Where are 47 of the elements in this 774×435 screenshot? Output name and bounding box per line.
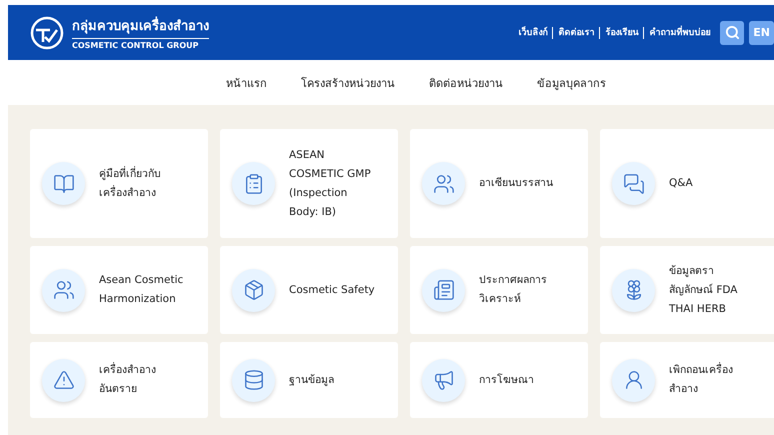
nav-link[interactable]: หน้าแรก — [226, 74, 267, 92]
header-link[interactable]: ติดต่อเรา — [552, 26, 600, 38]
nav-link[interactable]: ติดต่อหน่วยงาน — [429, 74, 503, 92]
card-label: อาเซียนบรรสาน — [479, 176, 553, 191]
menu-card[interactable]: Asean Cosmetic Harmonization — [30, 246, 208, 334]
site-subtitle: COSMETIC CONTROL GROUP — [72, 40, 200, 50]
card-label: เพิกถอนเครื่อง สำอาง — [669, 361, 733, 397]
card-label: คู่มือที่เกี่ยวกับ เครื่องสำอาง — [99, 165, 161, 200]
card-label: Cosmetic Safety — [289, 282, 375, 298]
warning-icon — [42, 358, 85, 402]
menu-card[interactable]: ASEAN COSMETIC GMP (Inspection Body: IB) — [220, 129, 398, 238]
menu-card[interactable]: Cosmetic Safety — [220, 246, 398, 334]
menu-card[interactable]: คู่มือที่เกี่ยวกับ เครื่องสำอาง — [30, 129, 208, 238]
people-icon — [422, 162, 465, 205]
header-link[interactable]: คำถามที่พบบ่อย — [643, 26, 716, 38]
search-button[interactable] — [720, 20, 744, 44]
header-link[interactable]: ร้องเรียน — [599, 26, 644, 38]
menu-card[interactable]: เพิกถอนเครื่อง สำอาง — [600, 342, 774, 418]
people-icon — [42, 268, 85, 312]
card-label: Q&A — [669, 176, 693, 191]
chat-icon — [612, 162, 655, 205]
card-label: ข้อมูลตรา สัญลักษณ์ FDA THAI HERB — [669, 264, 738, 316]
card-label: Asean Cosmetic Harmonization — [99, 273, 184, 307]
search-icon — [724, 25, 740, 40]
header-link[interactable]: เว็บลิงก์ — [513, 26, 552, 38]
card-label: ASEAN COSMETIC GMP (Inspection Body: IB) — [289, 148, 371, 220]
menu-card[interactable]: ข้อมูลตรา สัญลักษณ์ FDA THAI HERB — [600, 246, 774, 334]
menu-card[interactable]: การโฆษณา — [410, 342, 588, 418]
book-icon — [42, 162, 85, 205]
menu-card[interactable]: ฐานข้อมูล — [220, 342, 398, 418]
megaphone-icon — [422, 358, 465, 402]
card-label: เครื่องสำอาง อันตราย — [99, 361, 156, 397]
nav-link[interactable]: ข้อมูลบุคลากร — [537, 74, 606, 92]
database-icon — [232, 358, 275, 402]
card-label: ประกาศผลการ วิเคราะห์ — [479, 273, 547, 307]
flower-icon — [612, 268, 655, 312]
menu-card[interactable]: Q&A — [600, 129, 774, 238]
menu-card[interactable]: เครื่องสำอาง อันตราย — [30, 342, 208, 418]
card-label: ฐานข้อมูล — [289, 372, 334, 388]
nav-link[interactable]: โครงสร้างหน่วยงาน — [301, 74, 395, 92]
site-title: กลุ่มควบคุมเครื่องสำอาง — [72, 15, 209, 39]
menu-card[interactable]: ประกาศผลการ วิเคราะห์ — [410, 246, 588, 334]
clipboard-icon — [232, 162, 275, 205]
logo-icon — [30, 16, 64, 50]
card-label: การโฆษณา — [479, 372, 534, 388]
report-icon — [422, 268, 465, 312]
menu-card[interactable]: อาเซียนบรรสาน — [410, 129, 588, 238]
